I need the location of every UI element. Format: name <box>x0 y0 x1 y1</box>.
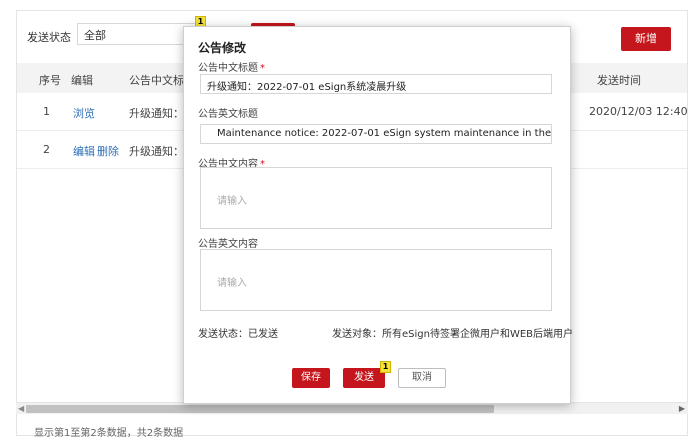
row-title: 升级通知：2 <box>129 107 191 120</box>
cn-title-input[interactable]: 升级通知：2022-07-01 eSign系统凌晨升级 <box>200 74 552 94</box>
cancel-button[interactable]: 取消 <box>398 368 446 388</box>
en-content-label: 公告英文内容 <box>198 239 258 250</box>
save-button[interactable]: 保存 <box>292 368 330 388</box>
en-title-label: 公告英文标题 <box>198 109 258 120</box>
send-status-select[interactable]: 全部 <box>77 23 197 45</box>
delete-link[interactable]: 删除 <box>97 143 119 159</box>
edit-link[interactable]: 编辑 <box>73 143 95 159</box>
scroll-left-icon[interactable]: ◀ <box>18 404 24 413</box>
header-index: 序号 <box>39 74 61 87</box>
en-content-placeholder: 请输入 <box>217 278 247 289</box>
scrollbar-thumb[interactable] <box>26 405 494 413</box>
row-index: 2 <box>43 143 50 156</box>
header-edit: 编辑 <box>71 74 93 87</box>
scroll-right-icon[interactable]: ▶ <box>679 404 685 413</box>
row-index: 1 <box>43 105 50 118</box>
en-content-textarea[interactable]: 请输入 <box>200 249 552 311</box>
dialog-title: 公告修改 <box>198 41 247 55</box>
new-announcement-button[interactable]: 新增 <box>621 27 671 51</box>
send-status-filter-label: 发送状态 <box>27 31 71 44</box>
row-send-time: 2020/12/03 12:40 <box>589 105 688 118</box>
send-status-text: 发送状态：已发送 <box>198 329 278 340</box>
row-title: 升级通知：2 <box>129 145 191 158</box>
required-mark: * <box>260 63 265 74</box>
cn-content-textarea[interactable]: 请输入 <box>200 167 552 229</box>
send-target-text: 发送对象：所有eSign待签署企微用户和WEB后端用户 <box>332 329 574 340</box>
edit-announcement-dialog: 公告修改 公告中文标题 * 升级通知：2022-07-01 eSign系统凌晨升级… <box>183 26 574 404</box>
pagination-info: 显示第1至第2条数据，共2条数据 <box>34 428 184 439</box>
view-link[interactable]: 浏览 <box>73 105 95 121</box>
marker-badge: 1 <box>380 361 391 373</box>
cn-content-placeholder: 请输入 <box>217 196 247 207</box>
send-button[interactable]: 发送 <box>343 368 385 388</box>
en-title-input[interactable]: Maintenance notice: 2022-07-01 eSign sys… <box>200 124 552 144</box>
header-send-time: 发送时间 <box>597 74 641 87</box>
cn-title-label: 公告中文标题 * <box>198 63 265 74</box>
